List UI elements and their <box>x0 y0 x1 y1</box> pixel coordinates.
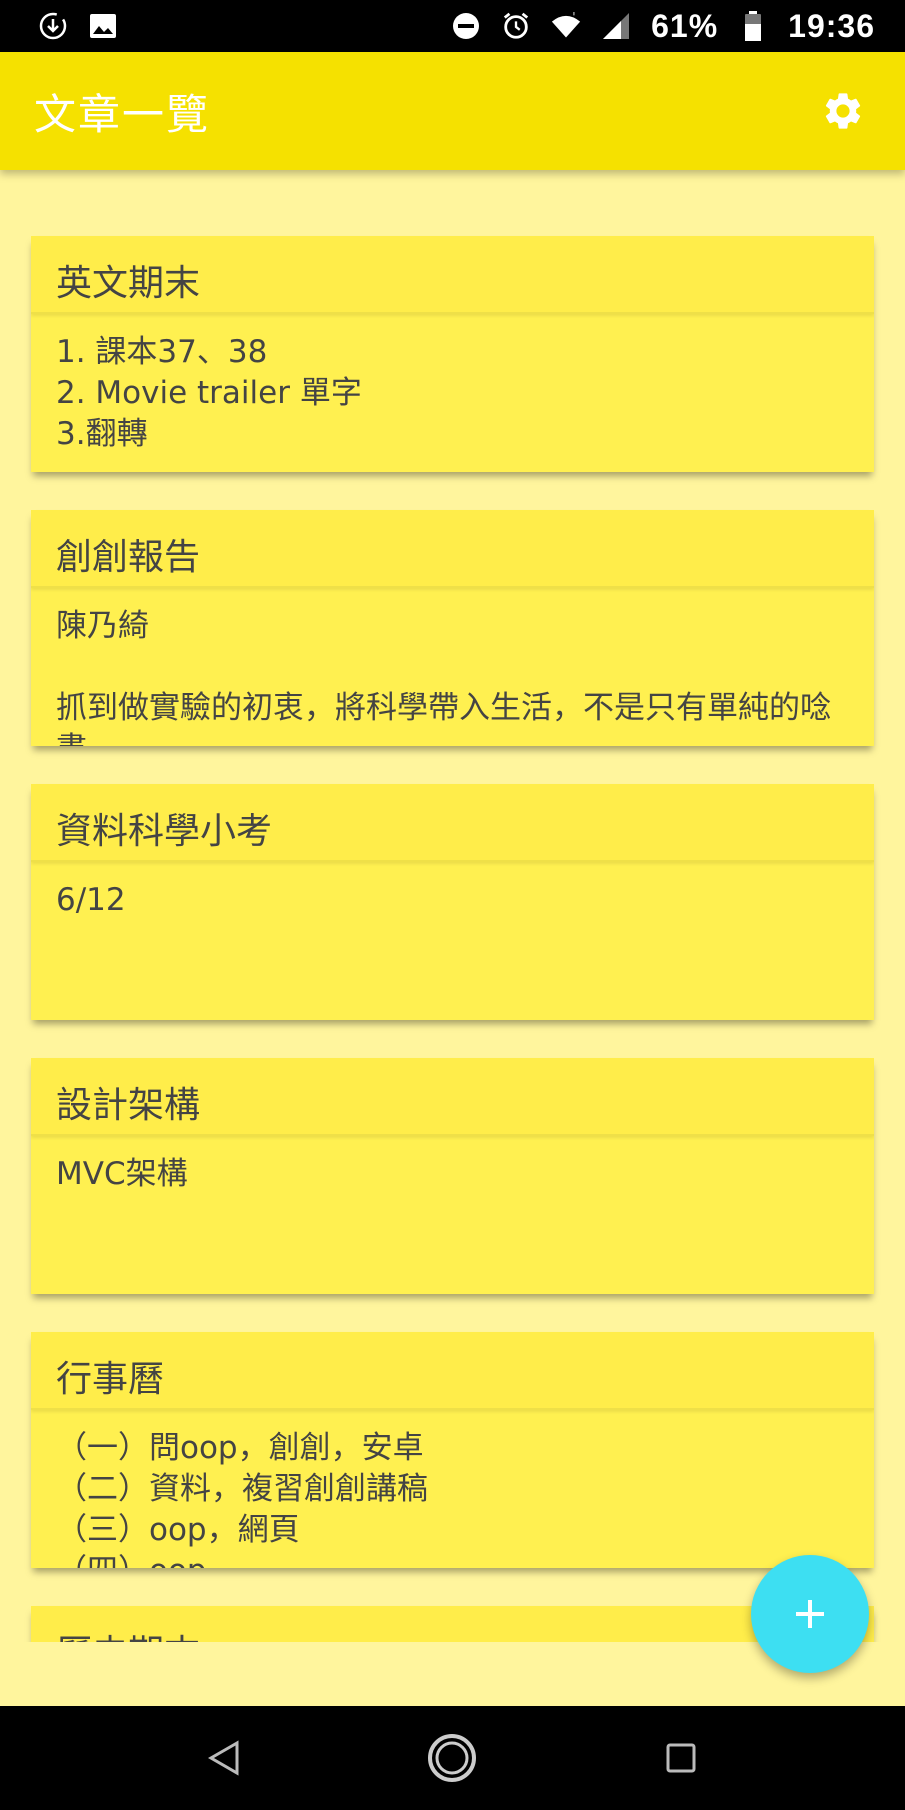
settings-button[interactable] <box>815 83 871 139</box>
add-note-button[interactable] <box>751 1555 869 1673</box>
notes-list-viewport[interactable]: 英文期末 1. 課本37、38 2. Movie trailer 單字 3.翻轉… <box>0 170 905 1642</box>
app-bar: 文章一覽 <box>0 52 905 170</box>
plus-icon <box>796 1600 824 1628</box>
note-body: （一）問oop，創創，安卓 （二）資料，複習創創講稿 （三）oop，網頁 （四）… <box>56 1430 428 1568</box>
note-body: 6/12 <box>56 882 126 918</box>
note-card[interactable]: 資料科學小考 6/12 <box>31 784 874 1020</box>
notes-list: 英文期末 1. 課本37、38 2. Movie trailer 單字 3.翻轉… <box>31 236 874 1642</box>
dnd-icon <box>451 11 481 41</box>
image-icon <box>88 11 118 41</box>
back-button[interactable] <box>189 1723 259 1793</box>
note-card[interactable]: 英文期末 1. 課本37、38 2. Movie trailer 單字 3.翻轉 <box>31 236 874 472</box>
recents-button[interactable] <box>646 1723 716 1793</box>
home-button[interactable] <box>417 1723 487 1793</box>
battery-icon <box>738 11 768 41</box>
note-body: 1. 課本37、38 2. Movie trailer 單字 3.翻轉 <box>56 334 362 452</box>
home-icon <box>428 1734 477 1782</box>
note-title: 創創報告 <box>31 510 874 588</box>
note-title: 資料科學小考 <box>31 784 874 862</box>
alarm-icon <box>501 11 531 41</box>
wifi-icon <box>551 11 581 41</box>
note-body: MVC架構 <box>56 1156 188 1192</box>
gear-icon <box>825 93 861 129</box>
note-title: 歷史期末 <box>31 1606 874 1642</box>
note-card[interactable]: 歷史期末 <box>31 1606 874 1642</box>
note-card[interactable]: 行事曆 （一）問oop，創創，安卓 （二）資料，複習創創講稿 （三）oop，網頁… <box>31 1332 874 1568</box>
back-icon <box>208 1740 239 1776</box>
note-card[interactable]: 創創報告 陳乃綺 抓到做實驗的初衷，將科學帶入生活，不是只有單純的唸書 <box>31 510 874 746</box>
download-icon <box>38 11 68 41</box>
note-title: 設計架構 <box>31 1058 874 1136</box>
signal-icon <box>601 11 631 41</box>
status-bar: 61% 19:36 <box>0 0 905 52</box>
note-body: 陳乃綺 抓到做實驗的初衷，將科學帶入生活，不是只有單純的唸書 <box>56 608 831 746</box>
status-left <box>38 11 118 41</box>
note-title: 行事曆 <box>31 1332 874 1410</box>
battery-percent: 61% <box>651 7 719 44</box>
page-title: 文章一覽 <box>34 89 211 139</box>
clock: 19:36 <box>788 7 875 44</box>
navigation-bar <box>0 1706 905 1810</box>
recents-icon <box>666 1743 696 1773</box>
status-right: 61% 19:36 <box>451 8 875 45</box>
note-title: 英文期末 <box>31 236 874 314</box>
note-card[interactable]: 設計架構 MVC架構 <box>31 1058 874 1294</box>
